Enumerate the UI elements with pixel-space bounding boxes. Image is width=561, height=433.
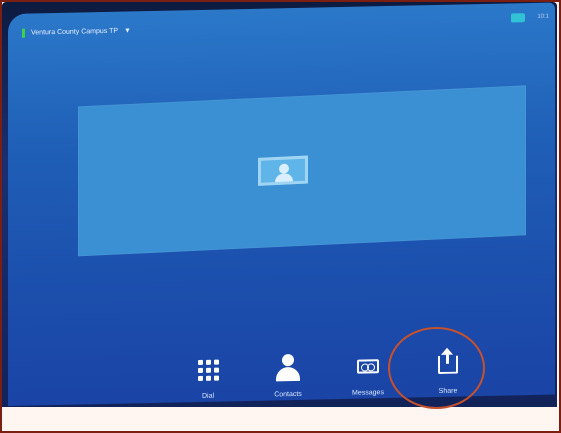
contact-card-icon (258, 155, 308, 186)
nav-label-contacts: Contacts (274, 390, 302, 399)
nav-contacts[interactable]: Contacts (258, 353, 318, 399)
person-icon (273, 353, 303, 384)
nav-dial[interactable]: Dial (178, 354, 238, 400)
camera-icon[interactable] (511, 13, 525, 23)
caret-down-icon[interactable]: ▼ (124, 27, 131, 34)
clock: 10:1 (537, 13, 549, 20)
share-highlight-circle (388, 327, 485, 409)
site-name[interactable]: Ventura County Campus TP (31, 27, 118, 36)
nav-label-dial: Dial (201, 392, 215, 400)
dial-pad-icon (193, 354, 223, 385)
status-indicator-icon (22, 28, 25, 38)
voicemail-icon (353, 351, 383, 382)
status-bar: Ventura County Campus TP ▼ 10:1 (8, 13, 555, 42)
self-view-panel (78, 85, 526, 257)
nav-label-messages: Messages (352, 389, 384, 397)
